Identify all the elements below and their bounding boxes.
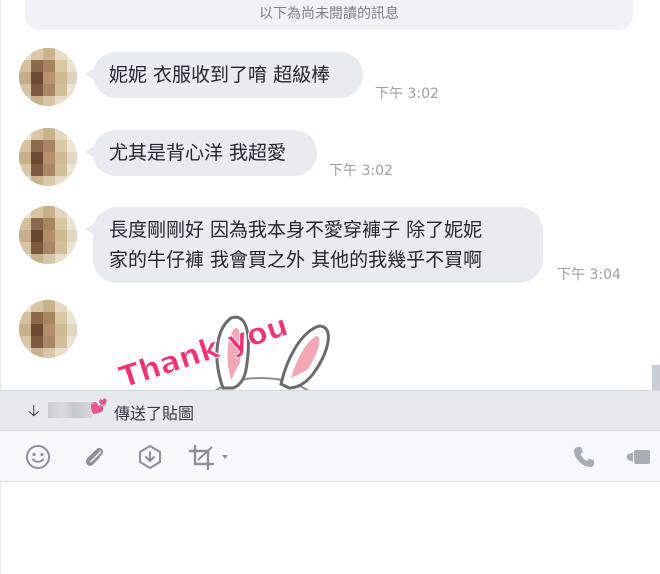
message-time: 下午 3:04 xyxy=(557,267,621,283)
message-text: 尤其是背心洋 我超愛 xyxy=(109,142,287,164)
attachment-icon[interactable] xyxy=(80,443,108,471)
sender-avatar[interactable] xyxy=(19,48,77,106)
message-bubble[interactable]: 妮妮 衣服收到了唷 超級棒 xyxy=(85,52,363,98)
message-text-line: 家的牛仔褲 我會買之外 其他的我幾乎不買啊 xyxy=(109,249,483,271)
sender-avatar[interactable] xyxy=(19,128,77,186)
message-list[interactable]: 以下為尚未閱讀的訊息 妮妮 衣服收到了唷 超級棒 下午 3:02 尤其是背心洋 … xyxy=(0,0,660,390)
sender-avatar[interactable] xyxy=(19,206,77,264)
message-text-line: 長度剛剛好 因為我本身不愛穿褲子 除了妮妮 xyxy=(109,219,483,241)
unread-divider-text: 以下為尚未閱讀的訊息 xyxy=(259,6,399,22)
video-call-icon[interactable] xyxy=(624,443,652,471)
sender-name-blurred xyxy=(48,402,92,418)
emoji-icon[interactable] xyxy=(24,443,52,471)
message-bubble[interactable]: 長度剛剛好 因為我本身不愛穿褲子 除了妮妮 家的牛仔褲 我會買之外 其他的我幾乎… xyxy=(85,207,543,283)
screenshot-crop-icon[interactable] xyxy=(188,443,232,471)
notification-text: 傳送了貼圖 xyxy=(114,404,195,423)
sticker-thank-you[interactable]: Thank you xyxy=(101,300,361,390)
message-text: 妮妮 衣服收到了唷 超級棒 xyxy=(109,64,331,86)
keep-icon[interactable] xyxy=(136,443,164,471)
down-arrow-icon[interactable]: 🡣 xyxy=(28,400,40,427)
message-time: 下午 3:02 xyxy=(375,86,439,102)
chat-window: 以下為尚未閱讀的訊息 妮妮 衣服收到了唷 超級棒 下午 3:02 尤其是背心洋 … xyxy=(0,0,660,574)
sender-avatar[interactable] xyxy=(19,300,77,358)
unread-divider: 以下為尚未閱讀的訊息 xyxy=(25,0,633,30)
hearts-icon: 💕 xyxy=(90,399,108,415)
message-input[interactable] xyxy=(0,482,660,574)
bunny-sticker-image: Thank you xyxy=(115,308,330,390)
new-message-notification[interactable]: 🡣 💕 傳送了貼圖 xyxy=(0,390,660,430)
call-icon[interactable] xyxy=(570,443,598,471)
message-time: 下午 3:02 xyxy=(329,163,393,179)
message-toolbar xyxy=(0,430,660,482)
message-bubble[interactable]: 尤其是背心洋 我超愛 xyxy=(85,130,317,176)
scrollbar-thumb[interactable] xyxy=(652,365,660,390)
